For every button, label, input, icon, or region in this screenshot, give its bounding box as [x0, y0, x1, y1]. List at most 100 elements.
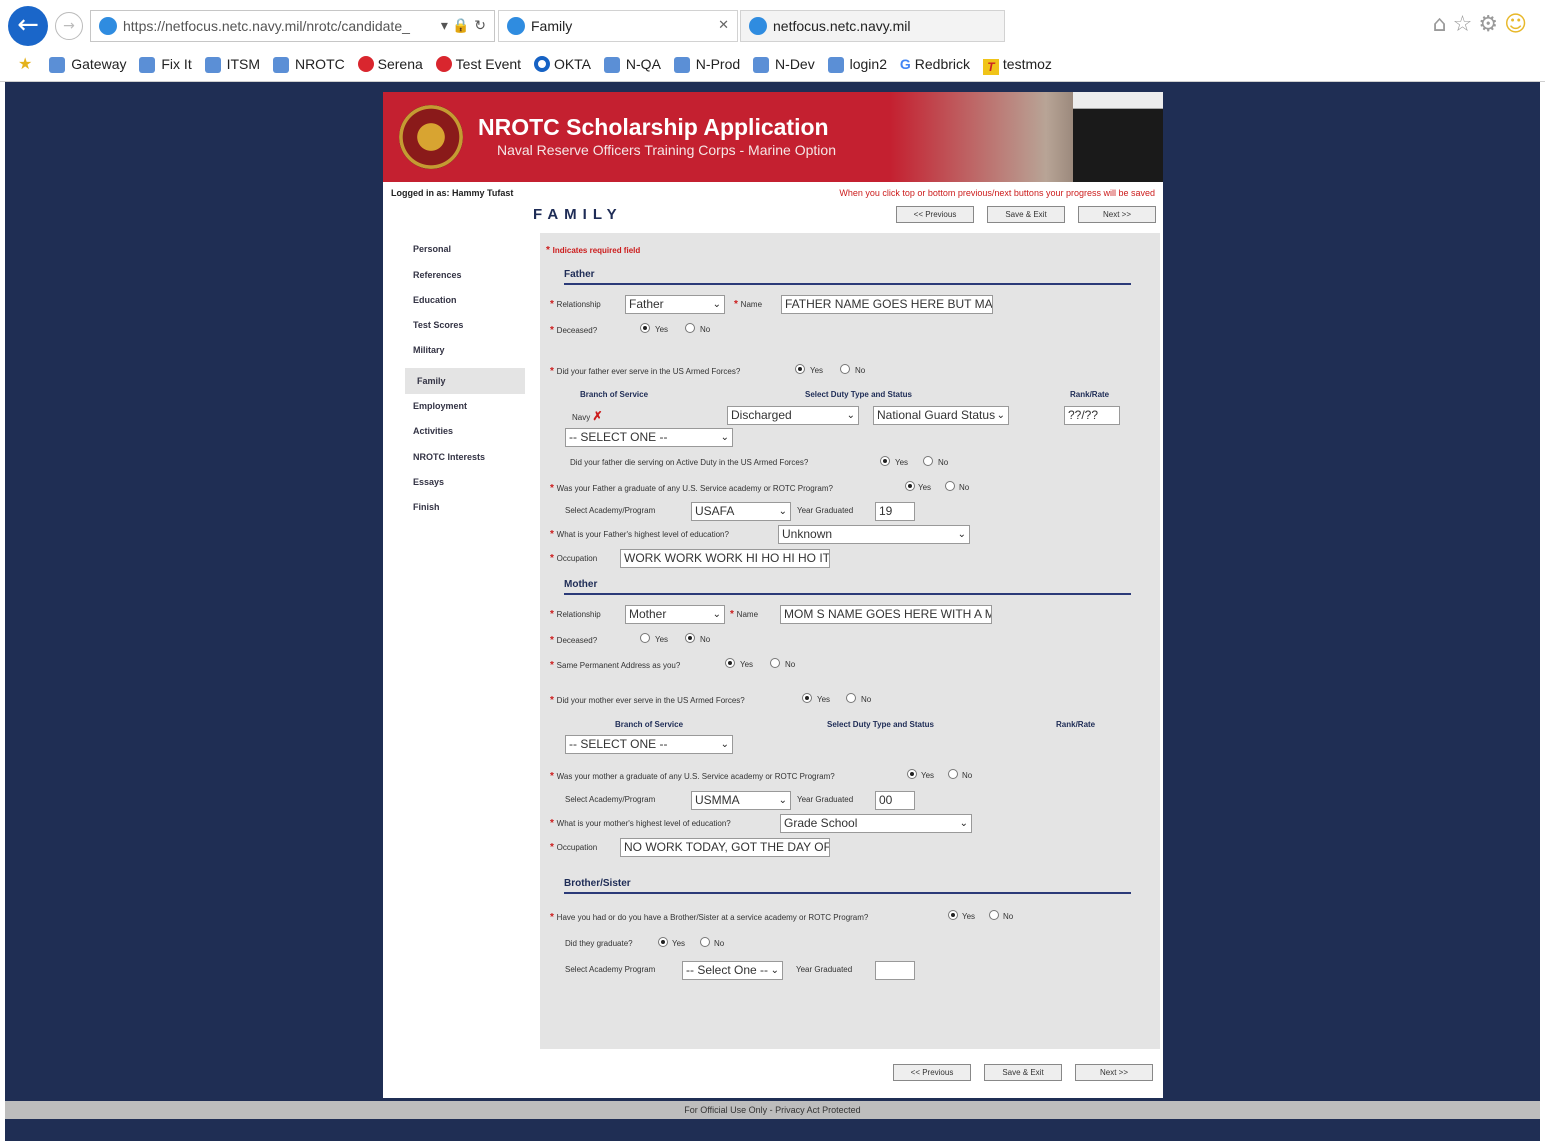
- favorites-star-icon[interactable]: ★: [18, 52, 36, 76]
- father-branch-select[interactable]: -- SELECT ONE -- ⌄: [565, 428, 733, 447]
- tab-netfocus[interactable]: netfocus.netc.navy.mil: [740, 10, 1005, 42]
- google-icon: G: [899, 56, 911, 72]
- nav-essays[interactable]: Essays: [413, 477, 444, 487]
- father-name-input[interactable]: FATHER NAME GOES HERE BUT MA: [781, 295, 993, 314]
- fav-test-event[interactable]: Test Event: [435, 52, 521, 76]
- father-deceased-yes-radio[interactable]: [640, 323, 650, 333]
- fav-label: Redbrick: [914, 56, 971, 72]
- mother-address-yes-radio[interactable]: [725, 658, 735, 668]
- mother-grad-yes-radio[interactable]: [907, 769, 917, 779]
- next-button-bottom[interactable]: Next >>: [1075, 1064, 1153, 1081]
- fav-label: N-QA: [625, 56, 661, 72]
- home-icon[interactable]: ⌂: [1433, 12, 1453, 37]
- lock-refresh-icon[interactable]: ▾ 🔒 ↻: [441, 11, 486, 41]
- fav-nprod[interactable]: N-Prod: [673, 52, 741, 76]
- mother-occ-input[interactable]: NO WORK TODAY, GOT THE DAY OF: [620, 838, 830, 857]
- chevron-down-icon: ⌄: [712, 609, 721, 620]
- fav-label: N-Prod: [695, 56, 741, 72]
- fav-login2[interactable]: login2: [827, 52, 887, 76]
- gear-icon[interactable]: ⚙: [1478, 12, 1504, 37]
- star-icon[interactable]: ☆: [1453, 12, 1479, 37]
- select-value: -- SELECT ONE --: [569, 430, 668, 444]
- father-edu-select[interactable]: Unknown ⌄: [778, 525, 970, 544]
- label-text: What is your Father's highest level of e…: [556, 530, 729, 539]
- nav-test-scores[interactable]: Test Scores: [413, 320, 463, 330]
- mother-deceased-yes-radio[interactable]: [640, 633, 650, 643]
- father-duty-select[interactable]: Discharged ⌄: [727, 406, 859, 425]
- nav-employment[interactable]: Employment: [413, 401, 467, 411]
- mother-edu-select[interactable]: Grade School ⌄: [780, 814, 972, 833]
- save-exit-button-bottom[interactable]: Save & Exit: [984, 1064, 1062, 1081]
- fav-okta[interactable]: OKTA: [533, 52, 591, 76]
- father-served-no-radio[interactable]: [840, 364, 850, 374]
- fav-gateway[interactable]: Gateway: [49, 52, 126, 76]
- smiley-icon[interactable]: ☺: [1504, 12, 1533, 37]
- father-grad-no-radio[interactable]: [945, 481, 955, 491]
- nav-references[interactable]: References: [413, 270, 462, 280]
- sibling-grad-yes-radio[interactable]: [658, 937, 668, 947]
- father-status-select[interactable]: National Guard Status ⌄: [873, 406, 1009, 425]
- forward-arrow-icon[interactable]: →: [55, 12, 83, 40]
- father-occ-input[interactable]: WORK WORK WORK HI HO HI HO ITS: [620, 549, 830, 568]
- sibling-year-input[interactable]: [875, 961, 915, 980]
- fav-redbrick[interactable]: G Redbrick: [900, 52, 970, 76]
- fav-serena[interactable]: Serena: [357, 52, 423, 76]
- nav-nrotc-interests[interactable]: NROTC Interests: [413, 452, 485, 462]
- mother-deceased-no-radio[interactable]: [685, 633, 695, 643]
- sibling-had-no-radio[interactable]: [989, 910, 999, 920]
- label-text: Deceased?: [556, 636, 598, 645]
- mother-served-yes-radio[interactable]: [802, 693, 812, 703]
- nav-personal[interactable]: Personal: [413, 244, 451, 254]
- father-relationship-select[interactable]: Father ⌄: [625, 295, 725, 314]
- sibling-year-label: Year Graduated: [796, 965, 853, 974]
- mother-branch-select[interactable]: -- SELECT ONE -- ⌄: [565, 735, 733, 754]
- sibling-academy-select[interactable]: -- Select One -- ⌄: [682, 961, 783, 980]
- nav-education[interactable]: Education: [413, 295, 457, 305]
- father-deceased-no-radio[interactable]: [685, 323, 695, 333]
- nav-activities[interactable]: Activities: [413, 426, 453, 436]
- fav-testmoz[interactable]: Ttestmoz: [982, 52, 1052, 76]
- address-bar[interactable]: https://netfocus.netc.navy.mil/nrotc/can…: [90, 10, 495, 42]
- tab-family[interactable]: Family ✕: [498, 10, 738, 42]
- father-name-label: * Name: [734, 299, 763, 310]
- mother-served-no-radio[interactable]: [846, 693, 856, 703]
- save-exit-button-top[interactable]: Save & Exit: [987, 206, 1065, 223]
- father-rank-input[interactable]: ??/??: [1064, 406, 1120, 425]
- father-served-yes-radio[interactable]: [795, 364, 805, 374]
- father-grad-yes-radio[interactable]: [905, 481, 915, 491]
- close-tab-icon[interactable]: ✕: [718, 11, 729, 41]
- remove-x-icon[interactable]: ✗: [592, 409, 602, 423]
- mother-relationship-select[interactable]: Mother ⌄: [625, 605, 725, 624]
- previous-button-top[interactable]: << Previous: [896, 206, 974, 223]
- fav-itsm[interactable]: ITSM: [204, 52, 260, 76]
- sibling-grad-no-radio[interactable]: [700, 937, 710, 947]
- father-year-input[interactable]: 19: [875, 502, 915, 521]
- father-died-no-radio[interactable]: [923, 456, 933, 466]
- sibling-had-yes-radio[interactable]: [948, 910, 958, 920]
- fav-ndev[interactable]: N-Dev: [753, 52, 815, 76]
- section-divider: [564, 593, 1131, 595]
- nav-finish[interactable]: Finish: [413, 502, 440, 512]
- nav-family[interactable]: Family: [417, 376, 446, 386]
- father-died-yes-radio[interactable]: [880, 456, 890, 466]
- tab-netfocus-label: netfocus.netc.navy.mil: [773, 18, 911, 34]
- ie-fav-icon: [603, 57, 620, 73]
- col-branch-header: Branch of Service: [580, 390, 649, 399]
- mother-name-input[interactable]: MOM S NAME GOES HERE WITH A M: [780, 605, 992, 624]
- mother-academy-select[interactable]: USMMA ⌄: [691, 791, 791, 810]
- mother-grad-no-radio[interactable]: [948, 769, 958, 779]
- mother-year-input[interactable]: 00: [875, 791, 915, 810]
- next-button-top[interactable]: Next >>: [1078, 206, 1156, 223]
- fav-fixit[interactable]: Fix It: [139, 52, 192, 76]
- mother-address-no-radio[interactable]: [770, 658, 780, 668]
- fav-nqa[interactable]: N-QA: [603, 52, 661, 76]
- father-academy-select[interactable]: USAFA ⌄: [691, 502, 791, 521]
- nav-military[interactable]: Military: [413, 345, 445, 355]
- fav-nrotc[interactable]: NROTC: [272, 52, 345, 76]
- select-value: USMMA: [695, 793, 740, 807]
- back-arrow-icon[interactable]: ←: [8, 6, 48, 46]
- previous-button-bottom[interactable]: << Previous: [893, 1064, 971, 1081]
- mother-academy-label: Select Academy/Program: [565, 795, 656, 804]
- radio-label-yes: Yes: [740, 660, 754, 669]
- browser-chrome: ← → https://netfocus.netc.navy.mil/nrotc…: [0, 0, 1545, 82]
